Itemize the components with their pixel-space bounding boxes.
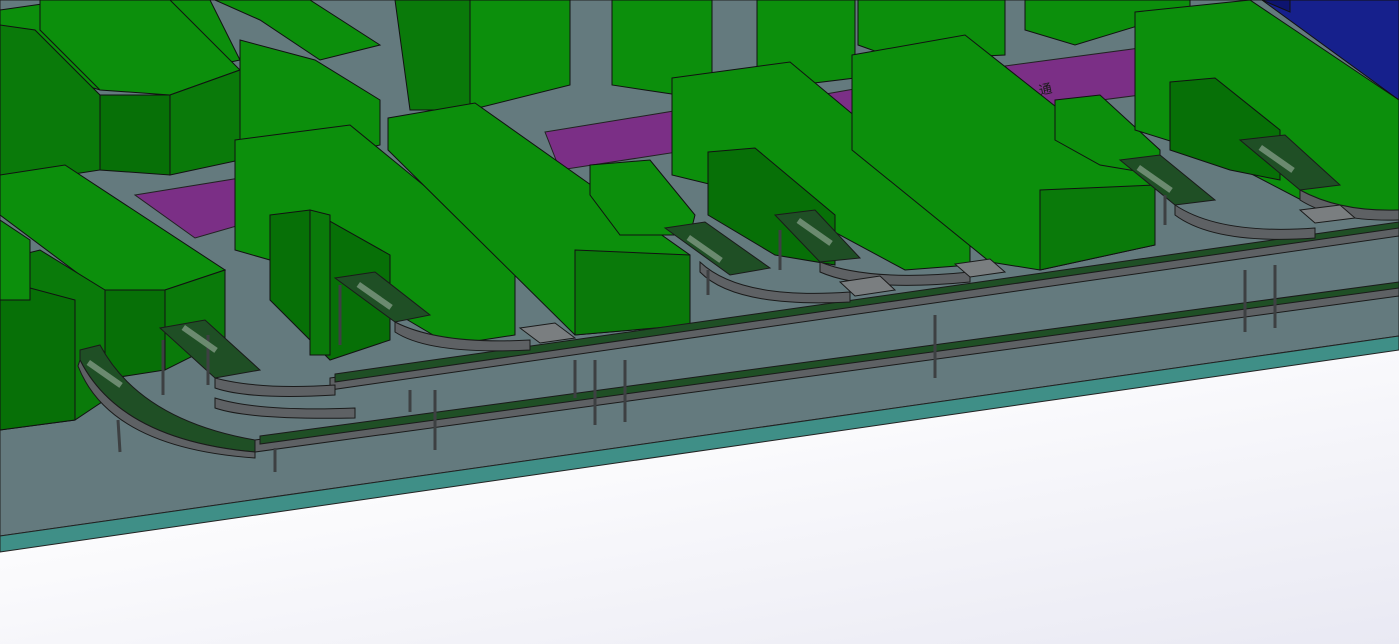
factory-layout-3d-model: 通	[0, 0, 1399, 553]
cad-viewport[interactable]: 通	[0, 0, 1399, 644]
